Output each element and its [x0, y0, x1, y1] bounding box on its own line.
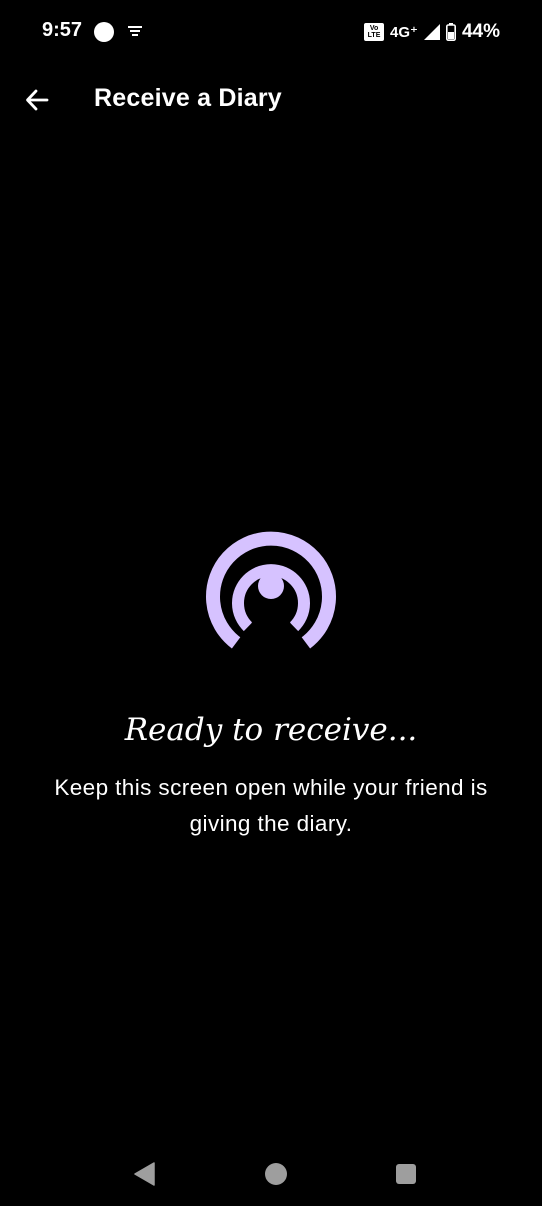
volte-badge: Vo LTE [364, 23, 385, 41]
status-bar: 9:57 Vo LTE 4G⁺ 44% [0, 0, 542, 64]
square-recents-icon[interactable] [396, 1164, 416, 1184]
broadcast-receive-icon [206, 531, 336, 650]
system-nav-bar [0, 1142, 542, 1206]
signal-icon [423, 24, 440, 40]
arrow-left-icon [26, 89, 49, 111]
back-button[interactable] [18, 81, 56, 119]
triangle-back-icon[interactable] [133, 1162, 157, 1186]
battery-percentage: 44% [461, 21, 500, 42]
battery-icon [445, 23, 456, 41]
page-title: Receive a Diary [94, 84, 282, 112]
circle-home-icon[interactable] [265, 1163, 287, 1185]
app-bar: Receive a Diary [0, 64, 542, 136]
network-type: 4G⁺ [390, 24, 418, 41]
status-indicators: Vo LTE 4G⁺ 44% [364, 20, 500, 44]
ready-heading: Ready to receive... [124, 712, 418, 748]
instructions-text: Keep this screen open while your friend … [54, 775, 488, 836]
status-time: 9:57 [42, 19, 83, 41]
notification-dot-icon [94, 22, 114, 42]
notification-app-icon [128, 26, 142, 36]
